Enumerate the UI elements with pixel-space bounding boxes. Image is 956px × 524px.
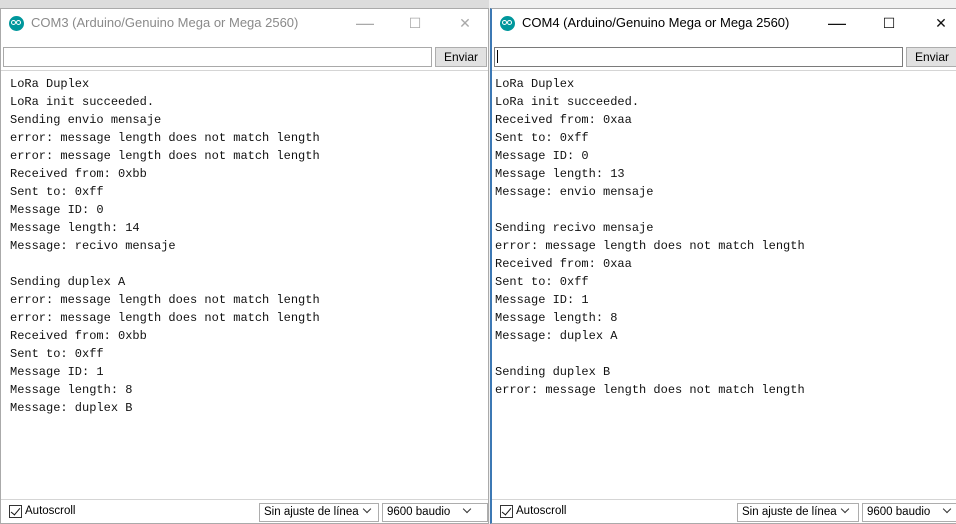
window-title: COM3 (Arduino/Genuino Mega or Mega 2560) <box>31 15 299 30</box>
log-line: Message: duplex B <box>10 401 133 415</box>
log-line: Message ID: 0 <box>495 149 589 163</box>
log-line: Received from: 0xbb <box>10 329 147 343</box>
log-line: Sending recivo mensaje <box>495 221 654 235</box>
title-bar[interactable]: COM4 (Arduino/Genuino Mega or Mega 2560)… <box>492 9 956 37</box>
log-line: Message length: 8 <box>495 311 618 325</box>
minimize-button[interactable]: — <box>820 12 854 34</box>
baud-rate-select[interactable]: 9600 baudio <box>382 503 488 522</box>
arduino-logo-icon <box>500 16 515 31</box>
autoscroll-label[interactable]: Autoscroll <box>516 505 567 517</box>
log-line: LoRa Duplex <box>10 77 90 91</box>
close-button[interactable]: ✕ <box>924 12 956 34</box>
log-line: Sent to: 0xff <box>10 347 104 361</box>
chevron-down-icon <box>463 504 472 514</box>
log-line: error: message length does not match len… <box>495 383 805 397</box>
check-icon <box>10 505 21 516</box>
chevron-down-icon <box>362 504 371 514</box>
log-line: error: message length does not match len… <box>10 311 320 325</box>
send-row: Enviar <box>1 47 488 69</box>
autoscroll-label[interactable]: Autoscroll <box>25 505 76 517</box>
send-row: Enviar <box>492 47 956 69</box>
log-line: Sending duplex B <box>495 365 611 379</box>
baud-rate-value: 9600 baudio <box>867 506 931 518</box>
send-button[interactable]: Enviar <box>906 47 956 67</box>
log-line: Received from: 0xbb <box>10 167 147 181</box>
line-ending-select[interactable]: Sin ajuste de línea <box>737 503 859 522</box>
log-line: error: message length does not match len… <box>10 149 320 163</box>
log-line: Message: duplex A <box>495 329 618 343</box>
log-line: Sending duplex A <box>10 275 126 289</box>
autoscroll-checkbox[interactable] <box>500 505 513 518</box>
log-line: Message ID: 1 <box>495 293 589 307</box>
log-line: Message ID: 0 <box>10 203 104 217</box>
log-line: LoRa Duplex <box>495 77 575 91</box>
chevron-down-icon <box>943 504 952 514</box>
log-line: Sent to: 0xff <box>10 185 104 199</box>
log-line: Received from: 0xaa <box>495 257 632 271</box>
log-line: LoRa init succeeded. <box>495 95 640 109</box>
log-line: Message: recivo mensaje <box>10 239 176 253</box>
log-line: Sent to: 0xff <box>495 131 589 145</box>
background-strip <box>0 0 489 8</box>
log-line: Message length: 14 <box>10 221 140 235</box>
text-cursor <box>497 50 498 63</box>
log-line: error: message length does not match len… <box>10 131 320 145</box>
log-line: LoRa init succeeded. <box>10 95 155 109</box>
log-line: error: message length does not match len… <box>10 293 320 307</box>
send-input[interactable] <box>3 47 432 67</box>
window-title: COM4 (Arduino/Genuino Mega or Mega 2560) <box>522 15 790 30</box>
maximize-button[interactable]: ☐ <box>872 12 906 34</box>
serial-monitor-com4: COM4 (Arduino/Genuino Mega or Mega 2560)… <box>490 8 956 524</box>
log-line: Received from: 0xaa <box>495 113 632 127</box>
baud-rate-value: 9600 baudio <box>387 506 451 518</box>
log-line: Message ID: 1 <box>10 365 104 379</box>
line-ending-value: Sin ajuste de línea <box>742 506 837 518</box>
minimize-button[interactable]: — <box>348 12 382 34</box>
status-bar: Autoscroll Sin ajuste de línea 9600 baud… <box>1 499 488 523</box>
serial-output[interactable]: LoRa Duplex LoRa init succeeded. Received … <box>495 75 956 399</box>
log-line: Message length: 8 <box>10 383 133 397</box>
baud-rate-select[interactable]: 9600 baudio <box>862 503 956 522</box>
title-bar[interactable]: COM3 (Arduino/Genuino Mega or Mega 2560)… <box>1 9 488 37</box>
divider <box>1 70 488 71</box>
log-line: error: message length does not match len… <box>495 239 805 253</box>
chevron-down-icon <box>840 504 849 514</box>
line-ending-select[interactable]: Sin ajuste de línea <box>259 503 379 522</box>
status-bar: Autoscroll Sin ajuste de línea 9600 baud… <box>492 499 956 523</box>
send-input[interactable] <box>494 47 903 67</box>
maximize-button[interactable]: ☐ <box>398 12 432 34</box>
serial-monitor-com3: COM3 (Arduino/Genuino Mega or Mega 2560)… <box>0 8 489 524</box>
log-line: Message length: 13 <box>495 167 625 181</box>
send-button[interactable]: Enviar <box>435 47 487 67</box>
arduino-logo-icon <box>9 16 24 31</box>
divider <box>492 70 956 71</box>
autoscroll-checkbox[interactable] <box>9 505 22 518</box>
serial-output[interactable]: LoRa Duplex LoRa init succeeded. Sending e… <box>10 75 488 417</box>
line-ending-value: Sin ajuste de línea <box>264 506 359 518</box>
close-button[interactable]: ✕ <box>448 12 482 34</box>
log-line: Sent to: 0xff <box>495 275 589 289</box>
log-line: Sending envio mensaje <box>10 113 162 127</box>
check-icon <box>501 505 512 516</box>
log-line: Message: envio mensaje <box>495 185 654 199</box>
